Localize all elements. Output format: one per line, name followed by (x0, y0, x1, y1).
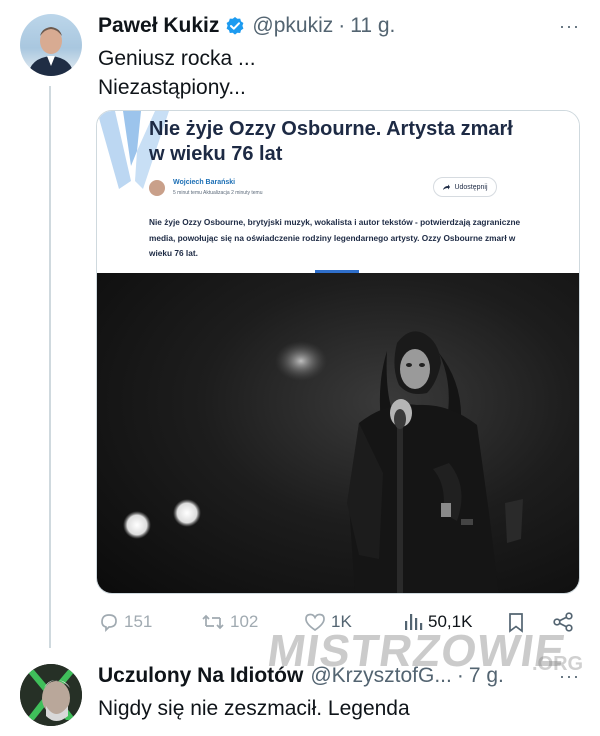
tweet-timestamp[interactable]: 11 g. (350, 14, 395, 38)
article-screenshot: Nie żyje Ozzy Osbourne. Artysta zmarł w … (97, 111, 579, 273)
reply-timestamp[interactable]: 7 g. (469, 664, 504, 688)
avatar[interactable] (20, 664, 82, 726)
thread-connector-line (49, 86, 51, 648)
bookmark-icon (509, 613, 523, 633)
concert-photo (97, 273, 579, 593)
article-author-avatar (149, 180, 165, 196)
views-chart-icon (405, 614, 423, 630)
avatar[interactable] (20, 14, 82, 76)
bookmark-button[interactable] (506, 606, 530, 638)
author-handle[interactable]: @pkukiz (252, 14, 333, 38)
more-options-icon[interactable]: ··· (556, 16, 580, 36)
share-arrow-icon (443, 184, 451, 190)
article-share-button: Udostępnij (433, 177, 497, 197)
media-card[interactable]: Nie żyje Ozzy Osbourne. Artysta zmarł w … (96, 110, 580, 594)
article-title: Nie żyje Ozzy Osbourne. Artysta zmarł w … (149, 118, 513, 165)
tweet-text-line: Geniusz rocka ... (98, 47, 256, 70)
share-button[interactable] (552, 606, 578, 638)
share-icon (553, 612, 573, 632)
author-name[interactable]: Paweł Kukiz (98, 14, 219, 38)
actions-fade-overlay (98, 604, 328, 640)
article-author-name: Wojciech Barański (173, 179, 236, 186)
tweet-header: Paweł Kukiz @pkukiz · 11 g. ··· (98, 12, 580, 40)
tweet-text: Geniusz rocka ... Niezastąpiony... (98, 44, 256, 102)
reply-author-name[interactable]: Uczulony Na Idiotów (98, 664, 303, 688)
reply-author-handle[interactable]: @KrzysztofG... (310, 664, 452, 688)
views-button[interactable]: 50,1K (402, 606, 472, 638)
views-count: 50,1K (428, 612, 473, 631)
tweet-text-line: Niezastąpiony... (98, 76, 246, 99)
article-share-label: Udostępnij (454, 183, 488, 191)
like-count: 1K (331, 612, 352, 631)
separator-dot: · (456, 664, 464, 687)
more-options-icon[interactable]: ··· (556, 666, 580, 686)
reply-header: Uczulony Na Idiotów @KrzysztofG... · 7 g… (98, 662, 580, 690)
verified-badge-icon (225, 16, 245, 36)
article-meta: 5 minut temu Aktualizacja 2 minuty temu (173, 190, 263, 196)
article-lead: Nie żyje Ozzy Osbourne, brytyjski muzyk,… (149, 217, 521, 258)
separator-dot: · (338, 14, 346, 37)
reply-text: Nigdy się nie zeszmacił. Legenda (98, 697, 410, 720)
